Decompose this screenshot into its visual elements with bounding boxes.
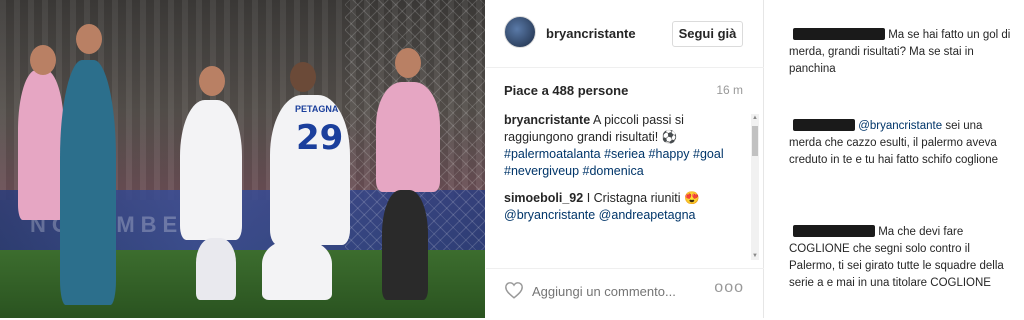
jersey-number: 29 [296, 118, 344, 158]
comment-hashtags[interactable]: #palermoatalanta #seriea #happy #goal #n… [504, 147, 724, 178]
side-comments: Ma se hai fatto un gol di merda, grandi … [765, 0, 1024, 318]
referee [60, 60, 116, 305]
player-legs [262, 240, 332, 300]
comment-mentions[interactable]: @bryancristante @andreapetagna [504, 208, 695, 222]
comments-scrollbar[interactable]: ▲ ▼ [751, 114, 759, 260]
follow-button[interactable]: Segui già [672, 21, 743, 47]
comment-username[interactable]: simoeboli_92 [504, 191, 583, 205]
player-head [395, 48, 421, 78]
comment-username[interactable]: bryancristante [504, 113, 590, 127]
redacted-username [793, 225, 875, 237]
more-options-icon[interactable]: ooo [714, 279, 744, 297]
avatar[interactable] [504, 16, 536, 48]
player-legs [196, 238, 236, 300]
side-comment: @bryancristante sei una merda che cazzo … [789, 118, 1015, 169]
side-comment: Ma che devi fare COGLIONE che segni solo… [789, 224, 1015, 292]
player-head [290, 62, 316, 92]
list-item: simoeboli_92 I Cristagna riuniti 😍 @brya… [504, 190, 732, 224]
player-head [199, 66, 225, 96]
post-photo[interactable]: NOVEMBER PETAGNA 29 [0, 0, 485, 318]
post-username[interactable]: bryancristante [546, 26, 636, 41]
redacted-username [793, 28, 885, 40]
referee-head [76, 24, 102, 54]
player-head [30, 45, 56, 75]
comments-list: bryancristante A piccoli passi si raggiu… [504, 112, 732, 262]
comment-text: I Cristagna riuniti 😍 [586, 191, 700, 205]
post-time: 16 m [716, 83, 743, 97]
add-comment-bar: ooo [486, 268, 764, 312]
side-comment: Ma se hai fatto un gol di merda, grandi … [789, 27, 1015, 78]
likes-count[interactable]: Piace a 488 persone [504, 83, 628, 98]
post-header: bryancristante Segui già [486, 0, 764, 68]
player-legs [382, 190, 428, 300]
scroll-up-arrow-icon[interactable]: ▲ [751, 114, 759, 122]
post-details-panel: bryancristante Segui già Piace a 488 per… [486, 0, 764, 318]
redacted-username [793, 119, 855, 131]
scrollbar-thumb[interactable] [752, 126, 758, 156]
player-left-pink [18, 70, 64, 220]
comment-input[interactable] [532, 281, 702, 301]
heart-icon[interactable] [504, 281, 524, 299]
list-item: bryancristante A piccoli passi si raggiu… [504, 112, 732, 180]
player-white-celebrating [180, 100, 242, 240]
scroll-down-arrow-icon[interactable]: ▼ [751, 252, 759, 260]
jersey-name: PETAGNA [295, 104, 339, 114]
player-right-pink [376, 82, 440, 192]
side-comment-mention: @bryancristante [858, 120, 943, 132]
